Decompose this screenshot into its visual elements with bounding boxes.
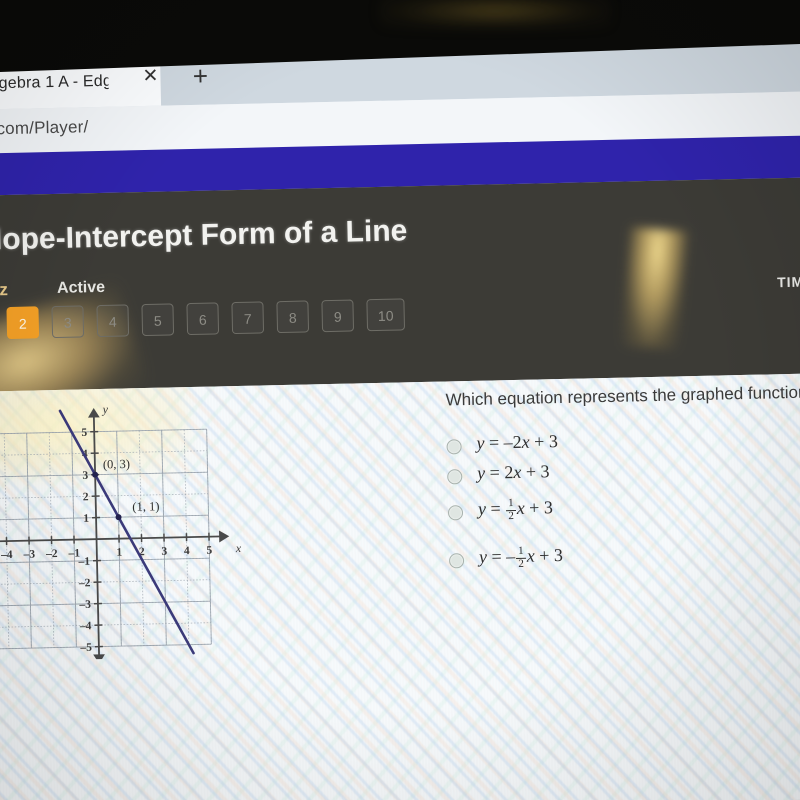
svg-text:3: 3 bbox=[161, 546, 167, 558]
plus-icon[interactable]: + bbox=[188, 61, 213, 91]
question-number-7[interactable]: 7 bbox=[231, 301, 265, 335]
radio-button[interactable] bbox=[446, 439, 462, 455]
answer-option-c[interactable]: y = 12x + 3 bbox=[447, 497, 553, 529]
function-graph: –5–4–3–2–11234554321–1–2–3–4–5xy(0, 3)(1… bbox=[0, 402, 242, 662]
quiz-content: –5–4–3–2–11234554321–1–2–3–4–5xy(0, 3)(1… bbox=[0, 372, 800, 800]
timer-label: TIME bbox=[776, 273, 800, 291]
svg-text:4: 4 bbox=[184, 545, 190, 557]
svg-text:(0, 3): (0, 3) bbox=[103, 457, 130, 472]
svg-text:–2: –2 bbox=[78, 577, 91, 589]
svg-text:–5: –5 bbox=[79, 642, 92, 654]
radio-button[interactable] bbox=[447, 469, 463, 485]
question-number-5[interactable]: 5 bbox=[141, 303, 175, 337]
answer-option-d[interactable]: y = –1 2 x + 3 bbox=[448, 545, 563, 577]
status-badge: Active bbox=[56, 278, 106, 297]
answer-option-b[interactable]: y = 2x + 3 bbox=[447, 461, 550, 493]
screen-glare bbox=[620, 226, 689, 352]
svg-text:y: y bbox=[102, 402, 109, 416]
browser-window: R Algebra 1 A - Edge ✕ + uity.com/Player… bbox=[0, 38, 800, 800]
quiz-header: Slope-Intercept Form of a Line Quiz Acti… bbox=[0, 176, 800, 441]
question-number-2[interactable]: 2 bbox=[6, 306, 40, 340]
svg-text:(1, 1): (1, 1) bbox=[132, 499, 159, 514]
question-number-6[interactable]: 6 bbox=[186, 302, 220, 336]
answer-option-d-label: y = –1 2 x + 3 bbox=[478, 544, 564, 570]
browser-tab-title: R Algebra 1 A - Edge bbox=[0, 72, 109, 93]
svg-text:–3: –3 bbox=[22, 548, 35, 560]
svg-text:–3: –3 bbox=[78, 599, 91, 611]
svg-text:1: 1 bbox=[116, 547, 122, 559]
answer-option-b-label: y = 2x + 3 bbox=[476, 461, 550, 483]
svg-text:–1: –1 bbox=[77, 556, 90, 568]
address-bar-url: uity.com/Player/ bbox=[0, 117, 89, 139]
answer-option-a[interactable]: y = –2x + 3 bbox=[446, 431, 558, 463]
question-number-4[interactable]: 4 bbox=[96, 304, 130, 338]
svg-text:x: x bbox=[235, 541, 242, 555]
answer-option-a-label: y = –2x + 3 bbox=[476, 431, 559, 453]
svg-text:2: 2 bbox=[83, 491, 89, 503]
photographed-screen: R Algebra 1 A - Edge ✕ + uity.com/Player… bbox=[0, 0, 800, 800]
browser-tab[interactable]: R Algebra 1 A - Edge bbox=[0, 57, 162, 110]
quiz-label: Quiz bbox=[0, 280, 9, 300]
question-number-10[interactable]: 10 bbox=[366, 298, 406, 332]
svg-text:–4: –4 bbox=[79, 620, 92, 632]
svg-text:–2: –2 bbox=[45, 548, 58, 560]
svg-text:5: 5 bbox=[206, 545, 212, 557]
svg-text:3: 3 bbox=[82, 470, 88, 482]
svg-text:5: 5 bbox=[81, 427, 87, 439]
radio-button[interactable] bbox=[447, 505, 464, 521]
question-number-3[interactable]: 3 bbox=[51, 305, 85, 339]
svg-text:1: 1 bbox=[83, 513, 89, 525]
svg-text:–4: –4 bbox=[0, 549, 13, 561]
photo-highlight bbox=[380, 0, 610, 28]
close-icon[interactable]: ✕ bbox=[140, 66, 160, 87]
page-title: Slope-Intercept Form of a Line bbox=[0, 214, 408, 257]
question-prompt: Which equation represents the graphed fu… bbox=[445, 382, 800, 410]
answer-option-c-label: y = 12x + 3 bbox=[477, 497, 554, 522]
radio-button[interactable] bbox=[448, 553, 465, 569]
question-number-9[interactable]: 9 bbox=[321, 299, 355, 333]
question-number-8[interactable]: 8 bbox=[276, 300, 310, 334]
